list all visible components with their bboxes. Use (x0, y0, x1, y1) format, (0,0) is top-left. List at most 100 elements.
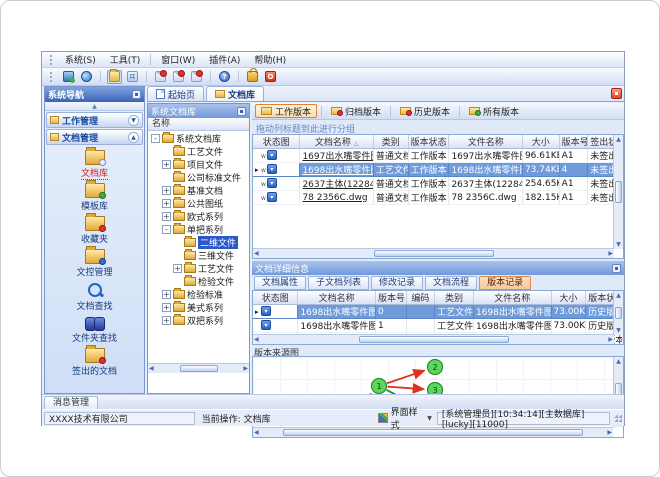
expand-icon[interactable] (162, 290, 171, 299)
tree-node[interactable]: 公共图纸 (148, 197, 249, 210)
group-by-hint[interactable]: 拖动列标题到此进行分组 (252, 120, 624, 135)
open-library-button[interactable] (107, 69, 122, 84)
menu-item-help[interactable]: 帮助(H) (247, 52, 293, 67)
column-header[interactable]: 文档名称 (297, 291, 376, 305)
chevron-up-icon[interactable]: ▲ (128, 131, 139, 143)
pin-icon[interactable]: ▪ (237, 106, 246, 116)
tab-doc-flow[interactable]: 文档流程 (425, 276, 478, 290)
documents-horizontal-scrollbar[interactable]: ◀ ▶ (253, 248, 614, 258)
column-header[interactable]: 类别 (373, 135, 409, 149)
sidebar-item-checked-out-docs[interactable]: 签出的文档 (45, 345, 144, 379)
tab-document-library[interactable]: 文档库 (206, 86, 265, 101)
column-header[interactable]: 类别 (434, 291, 474, 305)
tree-node[interactable]: 项目文件 (148, 158, 249, 171)
versions-horizontal-scrollbar[interactable]: ◀ ▶ (253, 334, 614, 344)
mail-send-button[interactable] (153, 70, 168, 84)
expand-icon[interactable] (162, 199, 171, 208)
tree-node[interactable]: 三维文件 (148, 249, 249, 262)
column-header[interactable]: 大小 (522, 135, 560, 149)
all-versions-button[interactable]: 所有版本 (464, 104, 524, 118)
table-row[interactable]: w▾ 2637主体(12284).dwg普通文档工作版本 2637主体(1228… (253, 176, 623, 191)
toolbar-separator (210, 71, 211, 82)
tree-node-selected[interactable]: 二维文件 (148, 236, 249, 249)
expand-icon[interactable] (162, 160, 171, 169)
sidebar-group-work[interactable]: 工作管理 ▼ (46, 112, 143, 128)
tab-doc-properties[interactable]: 文档属性 (254, 276, 307, 290)
working-version-button[interactable]: 工作版本 (255, 104, 318, 118)
help-button[interactable]: ? (217, 70, 232, 84)
expand-icon[interactable] (162, 186, 171, 195)
tab-start-page[interactable]: 起始页 (147, 86, 205, 101)
message-management-tab[interactable]: 消息管理 (44, 396, 99, 409)
table-row-selected[interactable]: ▸w▾ 1698出水嘴零件图.dwg工艺文件工作版本 1698出水嘴零件图.dw… (253, 162, 623, 177)
table-row[interactable]: w▾ 78 2356C.dwg普通文档工作版本 78 2356C.dwg182.… (253, 190, 623, 205)
sidebar-group-docs[interactable]: 文档管理 ▲ (46, 129, 143, 145)
tree-node[interactable]: 双把系列 (148, 314, 249, 327)
menu-item-tools[interactable]: 工具(T) (103, 52, 148, 67)
column-header[interactable]: 大小 (551, 291, 587, 305)
tree-node[interactable]: 基准文档 (148, 184, 249, 197)
tree-node[interactable]: 公司标准文件 (148, 171, 249, 184)
pin-icon[interactable]: ▪ (612, 263, 621, 273)
tree-node[interactable]: 检验标准 (148, 288, 249, 301)
pin-icon[interactable]: ▪ (132, 90, 141, 99)
sidebar-item-favorites[interactable]: 收藏夹 (45, 213, 144, 247)
column-header[interactable]: 文件名称 (448, 135, 523, 149)
tree-node[interactable]: 检验文件 (148, 275, 249, 288)
versions-vertical-scrollbar[interactable]: ▲ ▼ (613, 291, 623, 335)
sidebar-item-folder-search[interactable]: 文件夹查找 (45, 313, 144, 346)
tree-node[interactable]: 系统文档库 (148, 132, 249, 145)
archived-version-button[interactable]: 归档版本 (326, 104, 386, 118)
expand-icon[interactable] (162, 212, 171, 221)
mail-receive-button[interactable] (171, 70, 186, 84)
chevron-down-icon[interactable]: ▼ (128, 114, 139, 126)
ui-style-selector[interactable]: 界面样式 ▼ (375, 405, 435, 431)
collapse-icon[interactable] (162, 225, 171, 234)
exit-button[interactable]: O (263, 70, 278, 84)
column-header[interactable]: 版本号 (375, 291, 407, 305)
column-header[interactable]: 版本号 (559, 135, 589, 149)
table-row[interactable]: ▾ 1698出水嘴零件图.dwg1 工艺文件1698出水嘴零件图.dwg73.0… (253, 318, 623, 333)
close-icon[interactable] (611, 88, 622, 99)
sidebar-scroll-up[interactable]: ▲ (45, 102, 144, 111)
expand-icon[interactable] (162, 303, 171, 312)
table-row-selected[interactable]: ▸▾ 1698出水嘴零件图.dwg0 工艺文件1698出水嘴零件图.dwg73.… (253, 304, 623, 319)
column-header[interactable]: 文件名称 (473, 291, 552, 305)
tree-horizontal-scrollbar[interactable]: ◀ ▶ (148, 363, 249, 373)
sidebar-item-doc-control[interactable]: 文控管理 (45, 246, 144, 280)
column-header[interactable]: 状态图 (253, 291, 299, 305)
menu-item-system[interactable]: 系统(S) (58, 52, 103, 67)
tab-subdoc-list[interactable]: 子文档列表 (308, 276, 370, 290)
group-label: 文档管理 (62, 133, 99, 144)
menu-item-window[interactable]: 窗口(W) (154, 52, 202, 67)
expand-icon[interactable] (173, 264, 182, 273)
tree-node[interactable]: 欧式系列 (148, 210, 249, 223)
mail-alert-button[interactable] (189, 70, 204, 84)
tree-column-header[interactable]: 名称 (148, 118, 249, 131)
column-header[interactable]: 编码 (406, 291, 436, 305)
tab-version-records[interactable]: 版本记录 (479, 276, 532, 290)
connect-button[interactable] (61, 70, 76, 84)
column-header-sorted[interactable]: 文档名称 △ (299, 135, 374, 149)
web-button[interactable] (79, 70, 94, 84)
tree-node[interactable]: 单把系列 (148, 223, 249, 236)
column-header[interactable]: 状态图 (253, 135, 301, 149)
menu-item-plugins[interactable]: 插件(A) (202, 52, 247, 67)
documents-vertical-scrollbar[interactable]: ▲ ▼ (613, 135, 623, 249)
table-view-button[interactable] (125, 70, 140, 84)
document-list-panel: 工作版本 归档版本 历史版本 所有版本 拖动列标题到此进行分组 状态图 文档名称… (252, 103, 624, 438)
resize-grip-icon[interactable] (614, 414, 622, 422)
tree-node[interactable]: 美式系列 (148, 301, 249, 314)
column-header[interactable]: 版本状态 (408, 135, 450, 149)
sidebar-item-template-library[interactable]: 模板库 (45, 180, 144, 214)
collapse-icon[interactable] (151, 134, 160, 143)
tab-modify-records[interactable]: 修改记录 (371, 276, 424, 290)
history-version-button[interactable]: 历史版本 (395, 104, 455, 118)
expand-icon[interactable] (162, 316, 171, 325)
lock-button[interactable] (245, 68, 260, 84)
tree-node[interactable]: 工艺文件 (148, 145, 249, 158)
sidebar-item-doc-search[interactable]: 文档查找 (45, 280, 144, 313)
tree-node[interactable]: 工艺文件 (148, 262, 249, 275)
sidebar-item-document-library[interactable]: 文档库 (45, 146, 144, 181)
table-row[interactable]: w▾ 1697出水嘴零件图.dwg普通文档工作版本 1697出水嘴零件图.dwg… (253, 148, 623, 163)
